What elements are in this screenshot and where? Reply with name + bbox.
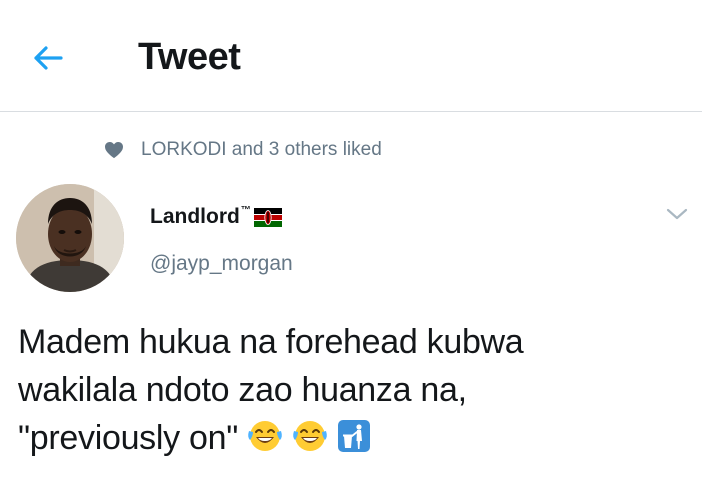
tweet-line: wakilala ndoto zao huanza na, <box>18 371 467 409</box>
author-name[interactable]: Landlord ™ <box>150 205 282 229</box>
face-with-tears-of-joy-icon <box>248 421 282 452</box>
face-with-tears-of-joy-icon <box>293 421 328 452</box>
tweet-line: Madem hukua na forehead kubwa <box>18 323 524 361</box>
back-button[interactable] <box>28 38 68 78</box>
arrow-left-icon <box>34 46 63 70</box>
top-app-bar: Tweet <box>0 0 702 112</box>
profile-photo <box>16 184 124 292</box>
page-title: Tweet <box>138 36 241 78</box>
put-litter-in-bin-icon <box>338 420 371 453</box>
social-context-text: LORKODI and 3 others liked <box>141 139 382 160</box>
tweet-line-text: "previously on" <box>18 419 238 457</box>
user-handle[interactable]: @jayp_morgan <box>150 252 293 276</box>
social-context[interactable]: LORKODI and 3 others liked <box>104 138 382 162</box>
kenya-flag-icon <box>253 207 282 227</box>
trademark-symbol: ™ <box>240 204 251 216</box>
chevron-down-icon[interactable] <box>664 204 690 224</box>
tweet-detail-page: Tweet LORKODI and 3 others liked Landlor… <box>0 0 702 496</box>
tweet-text: Madem hukua na forehead kubwa wakilala n… <box>18 318 688 462</box>
tweet-line-last: "previously on" <box>18 414 688 462</box>
heart-icon <box>105 141 123 159</box>
avatar[interactable] <box>16 184 124 292</box>
display-name: Landlord <box>150 205 240 228</box>
